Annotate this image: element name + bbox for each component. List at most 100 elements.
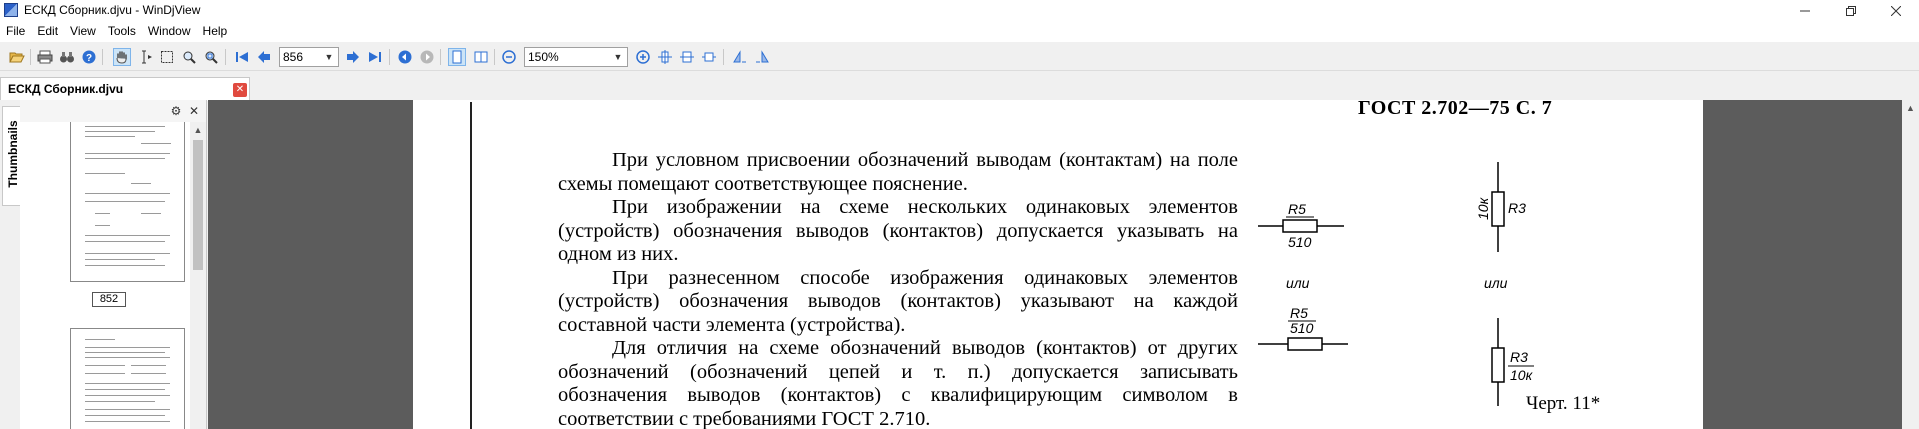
window-title: ЕСКД Сборник.djvu - WinDjView <box>24 3 201 17</box>
back-button[interactable] <box>396 48 414 66</box>
rotate-left-icon <box>733 50 746 63</box>
fit-width-button[interactable] <box>678 48 696 66</box>
tab-close-icon[interactable]: ✕ <box>233 83 247 97</box>
resistor-r3-vertical: R3 10к <box>1475 162 1526 252</box>
title-bar: ЕСКД Сборник.djvu - WinDjView <box>0 0 1919 22</box>
gear-icon[interactable]: ⚙ <box>170 105 182 117</box>
page-number-value: 856 <box>283 50 304 64</box>
app-icon <box>4 3 18 17</box>
actual-size-button[interactable] <box>700 48 718 66</box>
paragraph: При изображении на схеме нескольких один… <box>558 196 1238 265</box>
zoom-rect-icon <box>205 51 218 64</box>
document-viewer[interactable]: ГОСТ 2.702—75 С. 7 При условном присвоен… <box>208 100 1902 429</box>
single-page-button[interactable] <box>448 48 466 66</box>
menu-help[interactable]: Help <box>197 22 234 42</box>
thumbnail-page-853[interactable] <box>70 328 185 429</box>
zoom-out-icon <box>502 50 516 64</box>
sidebar-tab-strip: Thumbnails <box>0 100 20 429</box>
restore-icon <box>1846 6 1856 16</box>
first-page-button[interactable] <box>233 48 251 66</box>
r3-value: 10к <box>1475 196 1491 220</box>
document-page: ГОСТ 2.702—75 С. 7 При условном присвоен… <box>413 100 1703 429</box>
document-tab-bar: ЕСКД Сборник.djvu ✕ <box>0 72 1919 101</box>
thumbnails-scrollbar[interactable]: ▲ <box>190 122 206 429</box>
paragraph: Для отличия на схеме обозначений выводов… <box>558 337 1238 429</box>
close-panel-icon[interactable]: ✕ <box>188 105 200 117</box>
thumbnail-page-852[interactable] <box>70 122 185 282</box>
hand-tool-button[interactable] <box>113 48 131 66</box>
figure-caption: Черт. 11* <box>1526 393 1601 414</box>
paragraph: При разнесенном способе изображения один… <box>558 266 1238 336</box>
magnifier-icon <box>183 51 196 64</box>
resistor-r5-horizontal-alt: R5 510 <box>1258 305 1348 351</box>
page-number-combo[interactable]: 856 ▼ <box>279 47 339 67</box>
thumbnails-tab-label: Thumbnails <box>6 120 20 188</box>
fit-page-button[interactable] <box>656 48 674 66</box>
rotate-right-button[interactable] <box>753 48 771 66</box>
rect-select-button[interactable] <box>158 48 176 66</box>
thumbnails-tab[interactable]: Thumbnails <box>2 106 20 206</box>
menu-view[interactable]: View <box>64 22 102 42</box>
r5-value: 510 <box>1290 320 1314 336</box>
thumbnail-list: 852 <box>20 122 190 429</box>
back-circle-icon <box>398 50 412 64</box>
document-scrollbar[interactable]: ▲ <box>1902 100 1919 429</box>
minimize-button[interactable] <box>1782 0 1828 22</box>
binoculars-icon <box>60 52 74 63</box>
facing-pages-icon <box>474 51 488 63</box>
scrollbar-thumb[interactable] <box>193 140 203 270</box>
document-tab[interactable]: ЕСКД Сборник.djvu ✕ <box>0 77 250 101</box>
toolbar: ? 856 ▼ 150% ▼ <box>0 44 1919 71</box>
minimize-icon <box>1800 10 1810 12</box>
menu-bar: File Edit View Tools Window Help <box>0 22 1919 42</box>
rotate-left-button[interactable] <box>731 48 749 66</box>
forward-circle-icon <box>420 50 434 64</box>
resistor-figure: R5 510 или R5 510 R3 10к или R3 10к <box>1258 162 1534 406</box>
printer-icon <box>37 50 53 64</box>
fit-page-icon <box>658 50 672 64</box>
help-button[interactable]: ? <box>80 48 98 66</box>
last-page-button[interactable] <box>366 48 384 66</box>
find-button[interactable] <box>58 48 76 66</box>
zoom-in-button[interactable] <box>634 48 652 66</box>
r5-label: R5 <box>1288 201 1306 217</box>
thumbnails-panel: ⚙ ✕ 852 ▲ <box>20 100 207 429</box>
zoom-rect-button[interactable] <box>202 48 220 66</box>
menu-edit[interactable]: Edit <box>31 22 64 42</box>
arrow-left-icon <box>258 51 270 63</box>
facing-pages-button[interactable] <box>472 48 490 66</box>
menu-file[interactable]: File <box>0 22 31 42</box>
scroll-up-icon[interactable]: ▲ <box>1902 100 1919 116</box>
menu-tools[interactable]: Tools <box>102 22 142 42</box>
page-header: ГОСТ 2.702—75 С. 7 <box>1358 100 1553 119</box>
close-button[interactable] <box>1873 0 1919 22</box>
next-page-button[interactable] <box>344 48 362 66</box>
zoom-in-icon <box>636 50 650 64</box>
first-page-icon <box>236 52 248 62</box>
scroll-up-icon[interactable]: ▲ <box>190 122 206 138</box>
forward-button[interactable] <box>418 48 436 66</box>
last-page-icon <box>369 52 381 62</box>
r3-label: R3 <box>1510 349 1528 365</box>
r5-value: 510 <box>1288 234 1312 250</box>
chevron-down-icon: ▼ <box>613 52 623 62</box>
zoom-tool-button[interactable] <box>180 48 198 66</box>
zoom-combo[interactable]: 150% ▼ <box>524 47 628 67</box>
page-body: При условном присвоении обозначений выво… <box>558 149 1238 429</box>
select-tool-button[interactable] <box>137 48 155 66</box>
document-tab-label: ЕСКД Сборник.djvu <box>8 82 124 96</box>
zoom-out-button[interactable] <box>500 48 518 66</box>
help-icon: ? <box>82 50 96 64</box>
print-button[interactable] <box>36 48 54 66</box>
rect-select-icon <box>161 51 173 63</box>
close-icon <box>1891 6 1901 16</box>
open-button[interactable] <box>8 48 26 66</box>
or-label: или <box>1286 275 1310 291</box>
paragraph: При условном присвоении обозначений выво… <box>558 149 1238 195</box>
r3-label: R3 <box>1508 200 1526 216</box>
arrow-right-icon <box>347 51 359 63</box>
chevron-down-icon: ▼ <box>324 52 334 62</box>
menu-window[interactable]: Window <box>142 22 197 42</box>
prev-page-button[interactable] <box>255 48 273 66</box>
restore-button[interactable] <box>1828 0 1874 22</box>
